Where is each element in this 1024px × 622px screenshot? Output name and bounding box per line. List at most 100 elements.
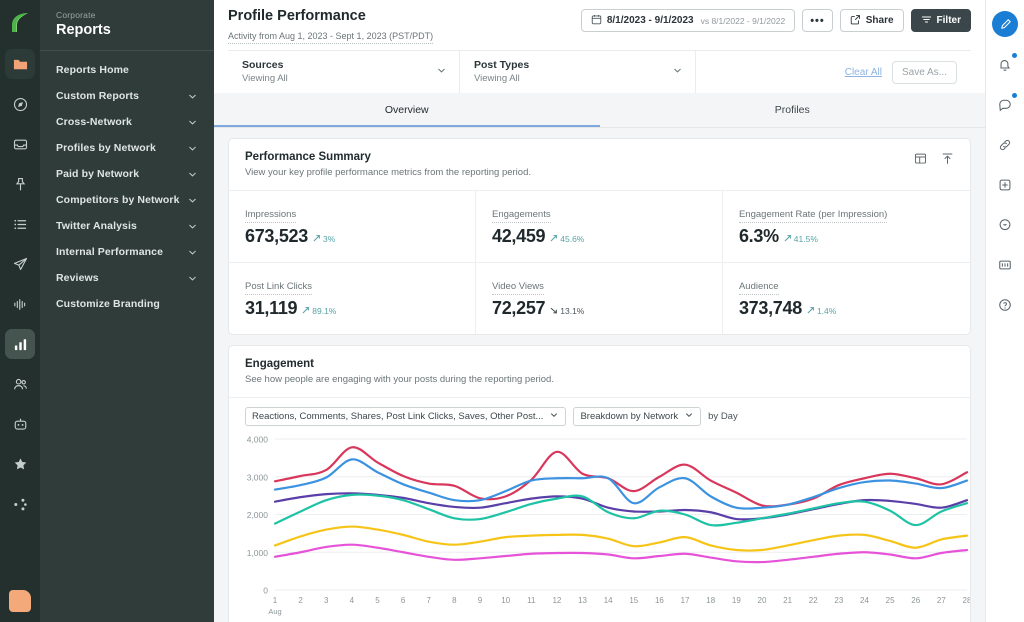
metric-tile: Engagement Rate (per Impression) 6.3% 41.5…: [722, 191, 970, 263]
metric-value: 31,119: [245, 298, 298, 318]
sidebar-item-reports-home[interactable]: Reports Home: [40, 57, 214, 83]
folder-icon[interactable]: [5, 49, 35, 79]
export-icon[interactable]: [941, 152, 954, 165]
user-avatar[interactable]: [9, 590, 31, 612]
inbox-icon[interactable]: [5, 129, 35, 159]
smiley-chat-icon[interactable]: [990, 210, 1020, 240]
metric-delta: 41.5%: [784, 234, 818, 244]
pin-icon[interactable]: [5, 169, 35, 199]
sidebar-item-label: Cross-Network: [56, 116, 132, 128]
people-icon[interactable]: [5, 369, 35, 399]
tab-overview[interactable]: Overview: [214, 93, 600, 127]
sidebar-item-custom-reports[interactable]: Custom Reports: [40, 83, 214, 109]
sprout-leaf-logo[interactable]: [5, 8, 35, 38]
chevron-down-icon: [187, 117, 198, 128]
bot-icon[interactable]: [5, 409, 35, 439]
breakdown-select[interactable]: Breakdown by Network: [573, 407, 702, 426]
date-range-value: 8/1/2023 - 9/1/2023: [606, 15, 694, 26]
waveform-icon[interactable]: [5, 289, 35, 319]
metric-delta-value: 13.1%: [560, 306, 585, 316]
page-subtitle: Activity from Aug 1, 2023 - Sept 1, 2023…: [228, 29, 434, 44]
bell-icon[interactable]: [990, 50, 1020, 80]
sources-filter-value: Viewing All: [242, 73, 288, 84]
trend-arrow-icon: [550, 234, 558, 244]
sidebar-item-label: Paid by Network: [56, 168, 140, 180]
send-icon[interactable]: [5, 249, 35, 279]
metric-value: 42,459: [491, 226, 546, 246]
x-axis-tick-label: 22: [809, 596, 818, 605]
sidebar-item-reviews[interactable]: Reviews: [40, 265, 214, 291]
plus-box-icon[interactable]: [990, 170, 1020, 200]
summary-subtitle: View your key profile performance metric…: [245, 167, 532, 178]
x-axis-tick-label: 24: [860, 596, 869, 605]
bar-chart-icon[interactable]: [5, 329, 35, 359]
sources-filter[interactable]: Sources Viewing All: [228, 51, 460, 93]
metric-row: 72,257 13.1%: [492, 298, 706, 319]
network-icon[interactable]: [5, 489, 35, 519]
trend-arrow-icon: [807, 306, 815, 316]
post-types-filter[interactable]: Post Types Viewing All: [460, 51, 696, 93]
metric-select[interactable]: Reactions, Comments, Shares, Post Link C…: [245, 407, 567, 426]
sidebar-item-competitors-by-network[interactable]: Competitors by Network: [40, 187, 214, 213]
clear-all-link[interactable]: Clear All: [845, 67, 882, 78]
x-axis-tick-label: 28: [963, 596, 971, 605]
metric-delta-value: 41.5%: [793, 234, 818, 244]
star-badge-icon[interactable]: [5, 449, 35, 479]
sidebar-item-internal-performance[interactable]: Internal Performance: [40, 239, 214, 265]
post-types-filter-value: Viewing All: [474, 73, 520, 84]
x-axis-tick-label: 8: [452, 596, 457, 605]
sidebar-item-twitter-analysis[interactable]: Twitter Analysis: [40, 213, 214, 239]
metric-value: 673,523: [245, 226, 308, 246]
save-as-button[interactable]: Save As...: [891, 60, 957, 84]
sidebar-kicker: Corporate: [56, 10, 96, 20]
list-icon[interactable]: [5, 209, 35, 239]
compose-icon[interactable]: [992, 11, 1018, 37]
chevron-down-icon: [187, 273, 198, 284]
share-icon: [850, 14, 861, 28]
date-compare-value: vs 8/1/2022 - 9/1/2022: [700, 15, 786, 26]
more-options-button[interactable]: •••: [802, 9, 833, 32]
metric-row: 673,523 3%: [245, 226, 459, 247]
sidebar-title: Reports: [56, 22, 111, 38]
sidebar-item-label: Competitors by Network: [56, 194, 180, 206]
chevron-down-icon: [672, 63, 683, 81]
metric-value: 6.3%: [738, 226, 779, 246]
share-label: Share: [865, 15, 894, 26]
sidebar-item-cross-network[interactable]: Cross-Network: [40, 109, 214, 135]
compass-icon[interactable]: [5, 89, 35, 119]
chevron-down-icon: [684, 410, 694, 423]
sidebar-item-customize-branding[interactable]: Customize Branding: [40, 291, 214, 317]
metric-select-value: Reactions, Comments, Shares, Post Link C…: [252, 411, 544, 422]
tab-label: Overview: [384, 104, 429, 116]
x-axis-tick-label: 25: [886, 596, 895, 605]
summary-tools: [914, 150, 954, 165]
book-icon[interactable]: [990, 250, 1020, 280]
filter-button[interactable]: Filter: [910, 9, 971, 32]
help-icon[interactable]: [990, 290, 1020, 320]
chevron-down-icon: [187, 143, 198, 154]
metric-label: Impressions: [245, 208, 297, 223]
engagement-card: Engagement See how people are engaging w…: [228, 345, 971, 622]
tab-profiles[interactable]: Profiles: [600, 93, 986, 127]
metric-delta-value: 89.1%: [312, 306, 337, 316]
x-axis-tick-label: 23: [834, 596, 843, 605]
sidebar-item-paid-by-network[interactable]: Paid by Network: [40, 161, 214, 187]
link-icon[interactable]: [990, 130, 1020, 160]
table-view-icon[interactable]: [914, 152, 927, 165]
metric-label: Audience: [738, 280, 779, 295]
sidebar-item-profiles-by-network[interactable]: Profiles by Network: [40, 135, 214, 161]
message-icon[interactable]: [990, 90, 1020, 120]
share-button[interactable]: Share: [839, 9, 904, 32]
page-title: Profile Performance: [228, 8, 366, 24]
x-axis-tick-label: 6: [401, 596, 406, 605]
summary-title: Performance Summary: [245, 151, 371, 163]
x-axis-tick-label: 1: [273, 596, 278, 605]
date-range-button[interactable]: 8/1/2023 - 9/1/2023 vs 8/1/2022 - 9/1/20…: [580, 9, 796, 32]
trend-arrow-icon: [550, 306, 558, 316]
metric-row: 42,459 45.6%: [492, 226, 706, 247]
x-axis-month-label: Aug: [268, 607, 281, 616]
global-icon-rail: [0, 0, 40, 622]
sidebar-header: Corporate Reports: [40, 0, 214, 50]
series-line-youtube: [273, 543, 969, 564]
reports-sidebar: Corporate Reports Reports Home Custom Rep…: [40, 0, 214, 622]
